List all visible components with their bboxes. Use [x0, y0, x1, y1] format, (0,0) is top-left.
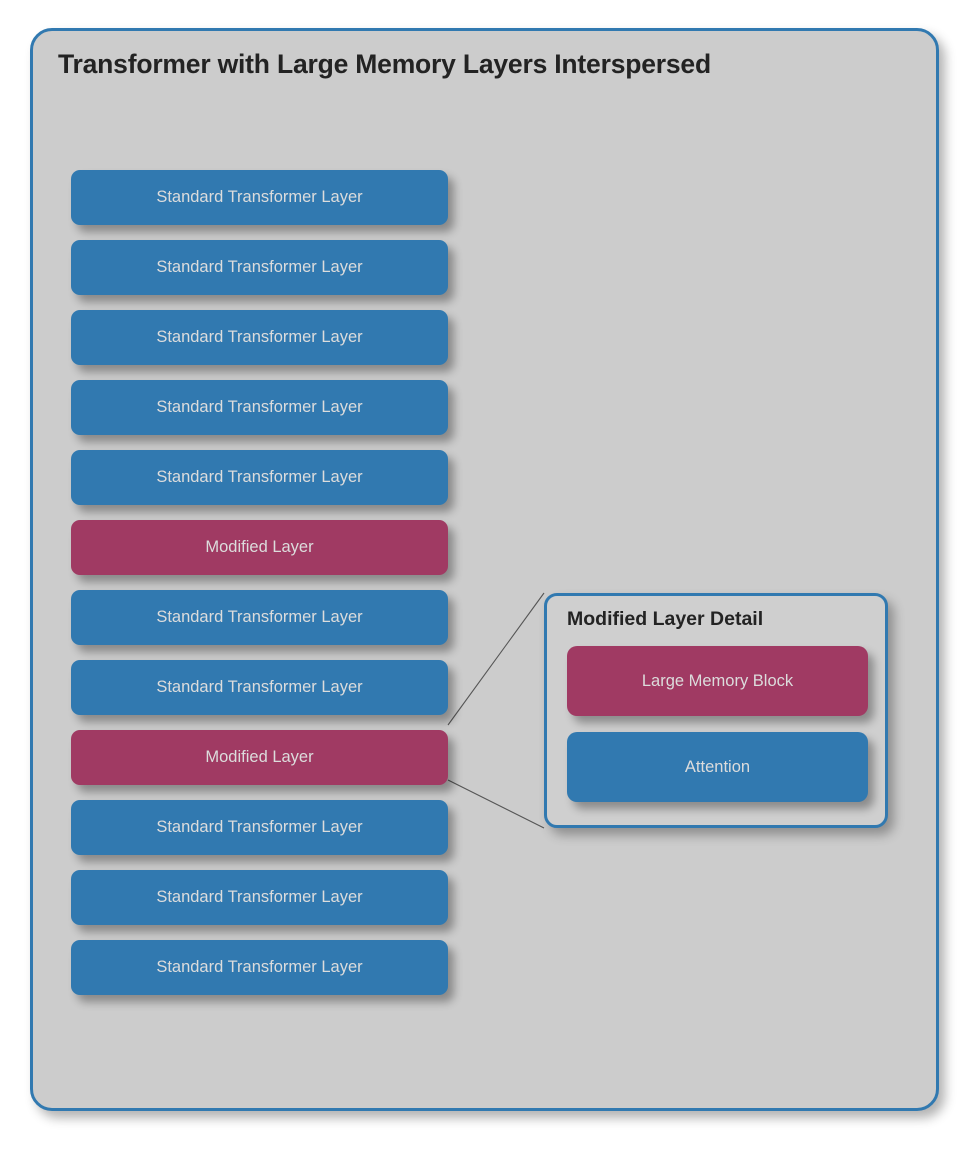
standard-transformer-layer-box[interactable]: Standard Transformer Layer [71, 590, 448, 645]
detail-panel-title: Modified Layer Detail [567, 608, 764, 630]
standard-transformer-layer-box[interactable]: Standard Transformer Layer [71, 870, 448, 925]
modified-layer-box[interactable]: Modified Layer [71, 730, 448, 785]
detail-block-label: Attention [684, 757, 751, 776]
layer-label: Standard Transformer Layer [156, 328, 363, 347]
layer-label: Standard Transformer Layer [156, 678, 363, 697]
attention-block-box[interactable]: Attention [567, 732, 868, 802]
layer-label: Modified Layer [205, 538, 314, 557]
standard-transformer-layer-box[interactable]: Standard Transformer Layer [71, 170, 448, 225]
standard-transformer-layer-box[interactable]: Standard Transformer Layer [71, 800, 448, 855]
layer-label: Standard Transformer Layer [156, 468, 363, 487]
layer-label: Modified Layer [205, 748, 314, 767]
page-title: Transformer with Large Memory Layers Int… [58, 49, 711, 79]
detail-panel-blocks: Large Memory Block Attention [567, 646, 868, 802]
layer-stack: Standard Transformer Layer Standard Trans… [71, 170, 448, 995]
standard-transformer-layer-box[interactable]: Standard Transformer Layer [71, 660, 448, 715]
layer-label: Standard Transformer Layer [156, 258, 363, 277]
layer-label: Standard Transformer Layer [156, 188, 363, 207]
layer-label: Standard Transformer Layer [156, 608, 363, 627]
standard-transformer-layer-box[interactable]: Standard Transformer Layer [71, 450, 448, 505]
diagram-container: Transformer with Large Memory Layers Int… [30, 28, 939, 1111]
standard-transformer-layer-box[interactable]: Standard Transformer Layer [71, 310, 448, 365]
connector-line-bottom [447, 779, 545, 829]
standard-transformer-layer-box[interactable]: Standard Transformer Layer [71, 940, 448, 995]
layer-label: Standard Transformer Layer [156, 958, 363, 977]
standard-transformer-layer-box[interactable]: Standard Transformer Layer [71, 380, 448, 435]
layer-label: Standard Transformer Layer [156, 398, 363, 417]
layer-label: Standard Transformer Layer [156, 888, 363, 907]
modified-layer-detail-panel: Modified Layer Detail Large Memory Block… [544, 593, 888, 828]
detail-block-label: Large Memory Block [641, 671, 794, 690]
layer-label: Standard Transformer Layer [156, 818, 363, 837]
modified-layer-box[interactable]: Modified Layer [71, 520, 448, 575]
large-memory-block-box[interactable]: Large Memory Block [567, 646, 868, 716]
standard-transformer-layer-box[interactable]: Standard Transformer Layer [71, 240, 448, 295]
connector-line-top [447, 592, 545, 726]
